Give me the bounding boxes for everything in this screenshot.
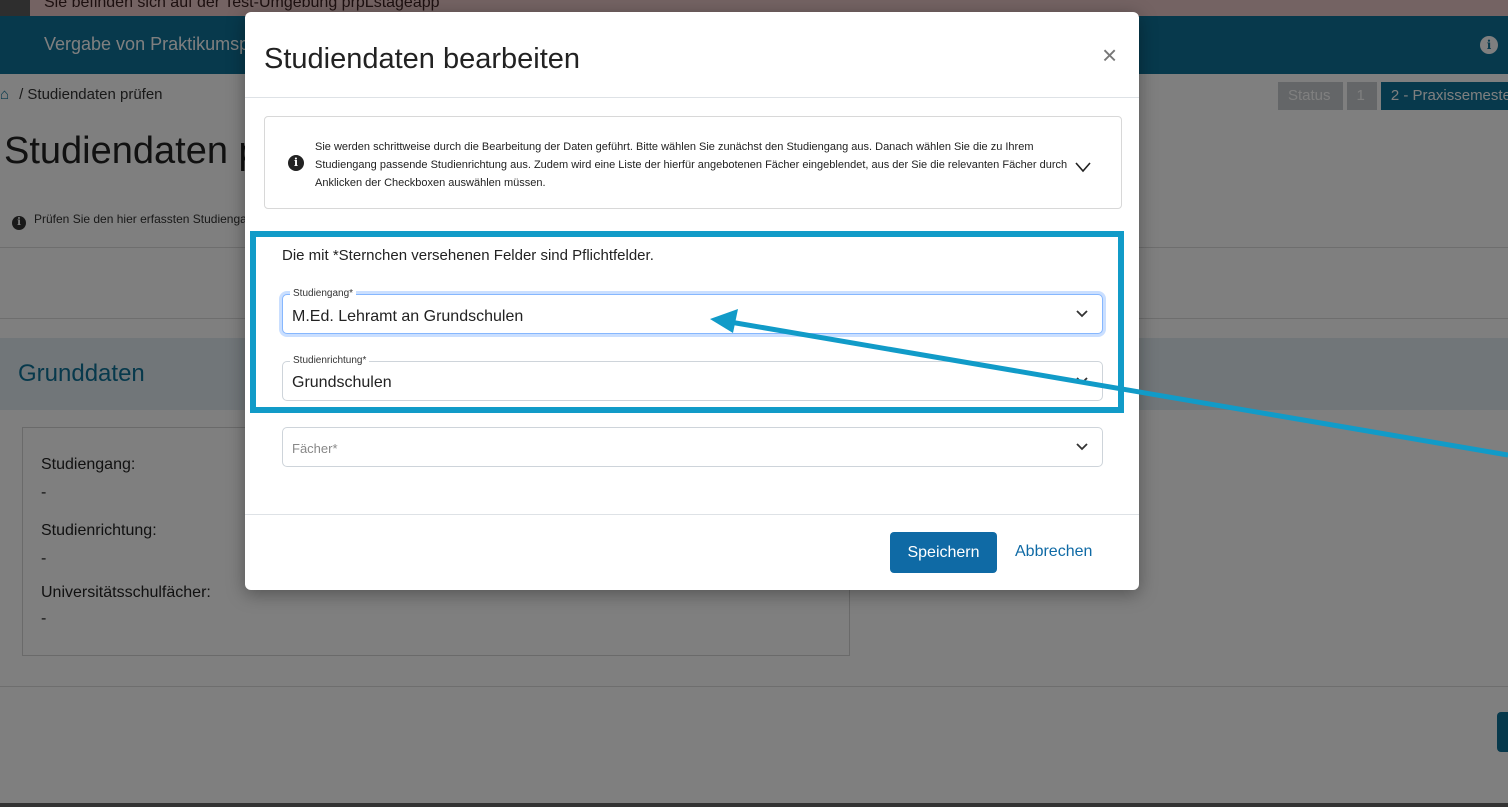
info-icon: i: [288, 155, 304, 171]
annotation-highlight-box: [250, 231, 1124, 413]
save-button[interactable]: Speichern: [890, 532, 997, 573]
modal-header: Studiendaten bearbeiten ×: [245, 12, 1139, 98]
chevron-down-icon: [1076, 443, 1088, 451]
modal-title: Studiendaten bearbeiten: [264, 43, 581, 75]
info-panel[interactable]: i Sie werden schrittweise durch die Bear…: [264, 116, 1122, 209]
modal-footer-divider: [245, 514, 1139, 515]
faecher-select-placeholder: Fächer*: [292, 441, 338, 456]
cancel-button[interactable]: Abbrechen: [1015, 543, 1092, 561]
info-panel-text: Sie werden schrittweise durch die Bearbe…: [315, 141, 1068, 189]
close-icon[interactable]: ×: [1102, 42, 1117, 68]
faecher-select[interactable]: Fächer*: [282, 427, 1103, 467]
chevron-down-icon[interactable]: [1074, 161, 1092, 173]
